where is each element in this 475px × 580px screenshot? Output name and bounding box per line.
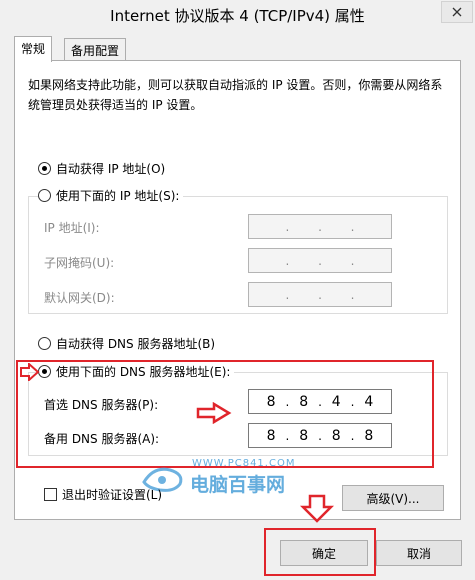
cancel-button[interactable]: 取消: [376, 540, 462, 566]
validate-on-exit-checkbox[interactable]: 退出时验证设置(L): [44, 486, 162, 503]
dns-auto-radio[interactable]: 自动获得 DNS 服务器地址(B): [38, 335, 215, 352]
close-button[interactable]: [441, 1, 473, 23]
description-text: 如果网络支持此功能，则可以获取自动指派的 IP 设置。否则，你需要从网络系统管理…: [28, 78, 443, 112]
title-bar: Internet 协议版本 4 (TCP/IPv4) 属性: [0, 0, 475, 30]
advanced-button[interactable]: 高级(V)...: [342, 485, 444, 511]
arrow-down-icon: [300, 494, 334, 523]
subnet-mask-field[interactable]: 0.0.0.0: [248, 248, 392, 273]
validate-on-exit-label: 退出时验证设置(L): [62, 488, 163, 502]
subnet-mask-label: 子网掩码(U):: [44, 256, 115, 270]
ip-address-label: IP 地址(I):: [44, 221, 100, 235]
ip-manual-label: 使用下面的 IP 地址(S):: [56, 189, 180, 203]
radio-selected-icon: [38, 162, 51, 175]
radio-unselected-icon: [38, 189, 51, 202]
dns-auto-label: 自动获得 DNS 服务器地址(B): [56, 337, 216, 351]
tab-general[interactable]: 常规: [14, 36, 53, 62]
checkbox-unchecked-icon: [44, 488, 57, 501]
gateway-field[interactable]: 0.0.0.0: [248, 282, 392, 307]
ip-auto-radio[interactable]: 自动获得 IP 地址(O): [38, 160, 165, 177]
ip-auto-label: 自动获得 IP 地址(O): [56, 162, 166, 176]
window-title: Internet 协议版本 4 (TCP/IPv4) 属性: [110, 7, 365, 25]
arrow-right-icon: [196, 402, 232, 424]
ok-button[interactable]: 确定: [280, 540, 368, 566]
arrow-right-icon: [20, 363, 40, 381]
tab-alternate-config[interactable]: 备用配置: [64, 38, 127, 60]
ip-manual-radio[interactable]: 使用下面的 IP 地址(S):: [38, 187, 184, 204]
gateway-label: 默认网关(D):: [44, 291, 115, 305]
close-icon: [452, 7, 462, 17]
radio-unselected-icon: [38, 337, 51, 350]
ip-address-field[interactable]: 0.0.0.0: [248, 214, 392, 239]
